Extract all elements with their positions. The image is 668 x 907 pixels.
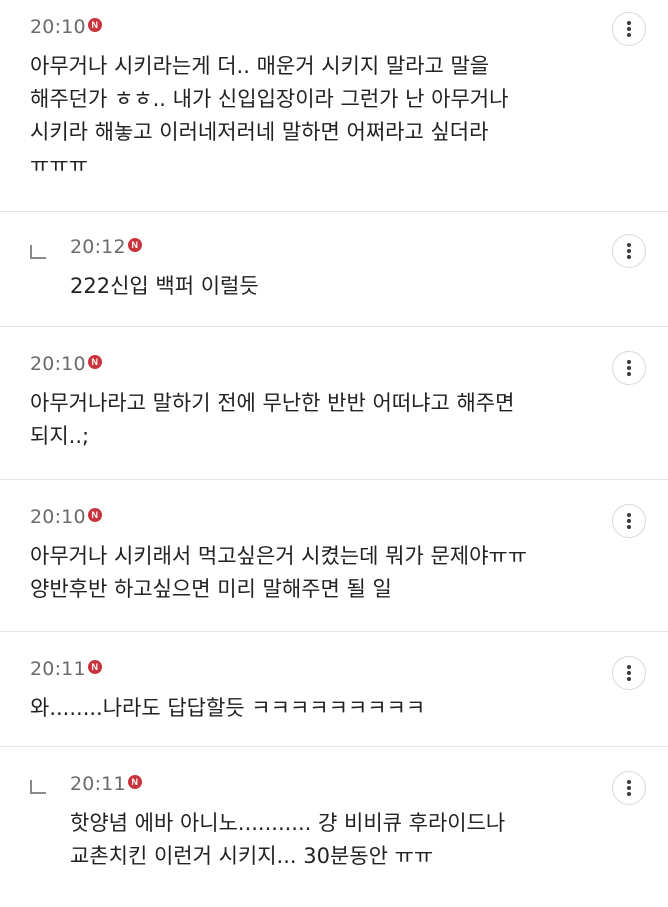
more-vertical-icon — [627, 243, 631, 259]
comment-line: 아무거나 시키래서 먹고싶은거 시켰는데 뭐가 문제야ㅠㅠ — [30, 544, 528, 568]
comment-line: 222신입 백퍼 이럴듯 — [70, 274, 259, 298]
more-options-button[interactable] — [612, 504, 646, 538]
comment-body: 와........나라도 답답할듯 ㅋㅋㅋㅋㅋㅋㅋㅋㅋ — [30, 692, 578, 725]
comment-meta: 20:11 N — [70, 769, 578, 799]
comment-line: 아무거나라고 말하기 전에 무난한 반반 어떠냐고 해주면 — [30, 391, 515, 415]
comment-meta: 20:10 N — [30, 12, 578, 42]
comment-meta: 20:10 N — [30, 349, 578, 379]
new-badge-icon: N — [127, 238, 142, 252]
comment-time: 20:10 — [30, 506, 86, 528]
comment-line: 양반후반 하고싶으면 미리 말해주면 될 일 — [30, 577, 392, 601]
comment-line: 핫양념 에바 아니노........... 걍 비비큐 후라이드나 — [70, 811, 506, 835]
more-vertical-icon — [627, 780, 631, 796]
more-vertical-icon — [627, 665, 631, 681]
comment-item: 20:11 N 와........나라도 답답할듯 ㅋㅋㅋㅋㅋㅋㅋㅋㅋ — [0, 632, 668, 747]
new-badge-icon: N — [87, 18, 102, 32]
comment-time: 20:12 — [70, 236, 126, 258]
comment-body: 핫양념 에바 아니노........... 걍 비비큐 후라이드나 교촌치킨 이… — [70, 807, 578, 873]
comment-time: 20:11 — [70, 773, 126, 795]
comment-meta: 20:12 N — [70, 232, 578, 262]
comment-meta: 20:11 N — [30, 654, 578, 684]
comment-body: 아무거나 시키래서 먹고싶은거 시켰는데 뭐가 문제야ㅠㅠ 양반후반 하고싶으면… — [30, 540, 578, 606]
new-badge-icon: N — [87, 660, 102, 674]
comment-line: 시키라 해놓고 이러네저러네 말하면 어쩌라고 싶더라 — [30, 120, 489, 144]
comment-body: 아무거나 시키라는게 더.. 매운거 시키지 말라고 말을 해주던가 ㅎㅎ.. … — [30, 50, 578, 182]
comment-body: 222신입 백퍼 이럴듯 — [70, 270, 578, 303]
comment-line: 교촌치킨 이런거 시키지... 30분동안 ㅠㅠ — [70, 844, 434, 868]
new-badge-icon: N — [87, 355, 102, 369]
reply-arrow-icon — [30, 780, 46, 794]
comment-list: 20:10 N 아무거나 시키라는게 더.. 매운거 시키지 말라고 말을 해주… — [0, 0, 668, 907]
reply-arrow-icon — [30, 245, 46, 259]
more-vertical-icon — [627, 21, 631, 37]
more-options-button[interactable] — [612, 771, 646, 805]
comment-time: 20:10 — [30, 16, 86, 38]
comment-meta: 20:10 N — [30, 502, 578, 532]
comment-line: 아무거나 시키라는게 더.. 매운거 시키지 말라고 말을 — [30, 54, 490, 78]
new-badge-icon: N — [127, 775, 142, 789]
more-options-button[interactable] — [612, 351, 646, 385]
more-options-button[interactable] — [612, 234, 646, 268]
comment-item: 20:10 N 아무거나 시키래서 먹고싶은거 시켰는데 뭐가 문제야ㅠㅠ 양반… — [0, 480, 668, 632]
comment-line: 와........나라도 답답할듯 ㅋㅋㅋㅋㅋㅋㅋㅋㅋ — [30, 696, 426, 720]
comment-item: 20:10 N 아무거나라고 말하기 전에 무난한 반반 어떠냐고 해주면 되지… — [0, 327, 668, 480]
new-badge-icon: N — [87, 508, 102, 522]
more-options-button[interactable] — [612, 12, 646, 46]
more-options-button[interactable] — [612, 656, 646, 690]
more-vertical-icon — [627, 513, 631, 529]
comment-line: 해주던가 ㅎㅎ.. 내가 신입입장이라 그런가 난 아무거나 — [30, 87, 509, 111]
more-vertical-icon — [627, 360, 631, 376]
comment-body: 아무거나라고 말하기 전에 무난한 반반 어떠냐고 해주면 되지..; — [30, 387, 578, 453]
comment-time: 20:10 — [30, 353, 86, 375]
comment-line: ㅠㅠㅠ — [30, 153, 88, 177]
comment-item: 20:10 N 아무거나 시키라는게 더.. 매운거 시키지 말라고 말을 해주… — [0, 0, 668, 212]
reply-comment-item: 20:11 N 핫양념 에바 아니노........... 걍 비비큐 후라이드… — [0, 747, 668, 907]
comment-line: 되지..; — [30, 424, 90, 448]
reply-comment-item: 20:12 N 222신입 백퍼 이럴듯 — [0, 212, 668, 327]
comment-time: 20:11 — [30, 658, 86, 680]
